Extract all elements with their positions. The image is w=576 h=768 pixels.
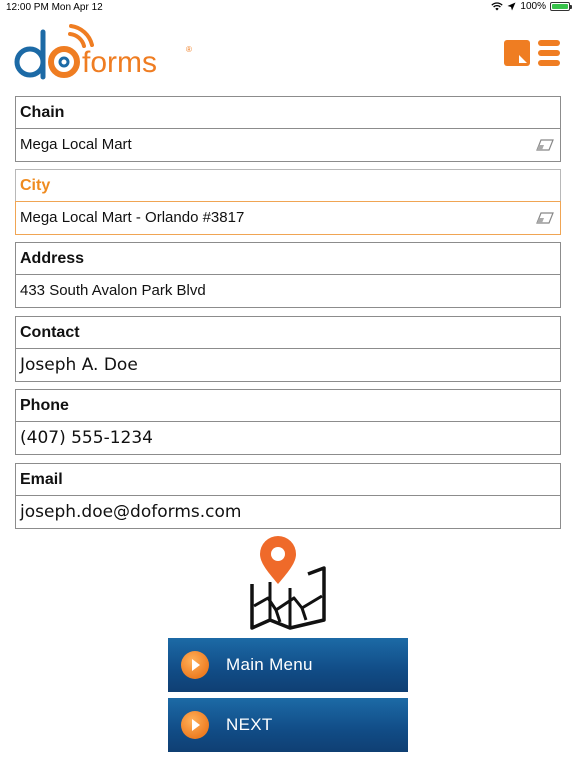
- field-label: Email: [15, 463, 561, 495]
- field-address: Address 433 South Avalon Park Blvd: [15, 242, 561, 308]
- main-menu-button[interactable]: Main Menu: [168, 638, 408, 692]
- battery-percent: 100%: [520, 1, 546, 12]
- location-arrow-icon: [507, 2, 516, 11]
- field-value: Joseph A. Doe: [20, 355, 138, 375]
- field-label: City: [15, 169, 561, 201]
- contact-input[interactable]: Joseph A. Doe: [15, 348, 561, 382]
- field-city: City Mega Local Mart - Orlando #3817: [15, 169, 561, 235]
- menu-button[interactable]: [536, 40, 562, 66]
- field-email: Email joseph.doe@doforms.com: [15, 463, 561, 529]
- note-icon: [519, 55, 527, 63]
- field-label: Chain: [15, 96, 561, 128]
- field-label: Address: [15, 242, 561, 274]
- wifi-icon: [491, 2, 504, 11]
- field-chain: Chain Mega Local Mart: [15, 96, 561, 162]
- battery-icon: [550, 2, 572, 11]
- field-value: joseph.doe@doforms.com: [20, 502, 242, 522]
- next-button[interactable]: NEXT: [168, 698, 408, 752]
- status-time-date: 12:00 PM Mon Apr 12: [6, 2, 103, 13]
- svg-text:®: ®: [186, 45, 192, 54]
- note-button[interactable]: [504, 40, 530, 66]
- field-value: Mega Local Mart - Orlando #3817: [20, 209, 245, 226]
- play-icon: [181, 711, 209, 739]
- email-input[interactable]: joseph.doe@doforms.com: [15, 495, 561, 529]
- menu-icon: [538, 40, 560, 46]
- field-value: 433 South Avalon Park Blvd: [20, 282, 206, 299]
- chain-input[interactable]: Mega Local Mart: [15, 128, 561, 162]
- phone-input[interactable]: (407) 555-1234: [15, 421, 561, 455]
- field-value: (407) 555-1234: [20, 428, 153, 448]
- city-input[interactable]: Mega Local Mart - Orlando #3817: [15, 201, 561, 235]
- svg-text:forms: forms: [82, 46, 157, 79]
- next-label: NEXT: [226, 715, 273, 734]
- field-label: Contact: [15, 316, 561, 348]
- main-menu-label: Main Menu: [226, 655, 313, 674]
- field-contact: Contact Joseph A. Doe: [15, 316, 561, 382]
- field-label: Phone: [15, 389, 561, 421]
- eraser-icon[interactable]: [536, 212, 554, 224]
- top-toolbar: [504, 40, 562, 66]
- field-value: Mega Local Mart: [20, 136, 132, 153]
- field-phone: Phone (407) 555-1234: [15, 389, 561, 455]
- play-icon: [181, 651, 209, 679]
- address-input[interactable]: 433 South Avalon Park Blvd: [15, 274, 561, 308]
- status-right: 100%: [491, 1, 572, 12]
- eraser-icon[interactable]: [536, 139, 554, 151]
- status-bar: 12:00 PM Mon Apr 12 100%: [0, 0, 576, 16]
- doforms-logo: forms ®: [14, 24, 192, 80]
- map-icon[interactable]: [246, 536, 330, 632]
